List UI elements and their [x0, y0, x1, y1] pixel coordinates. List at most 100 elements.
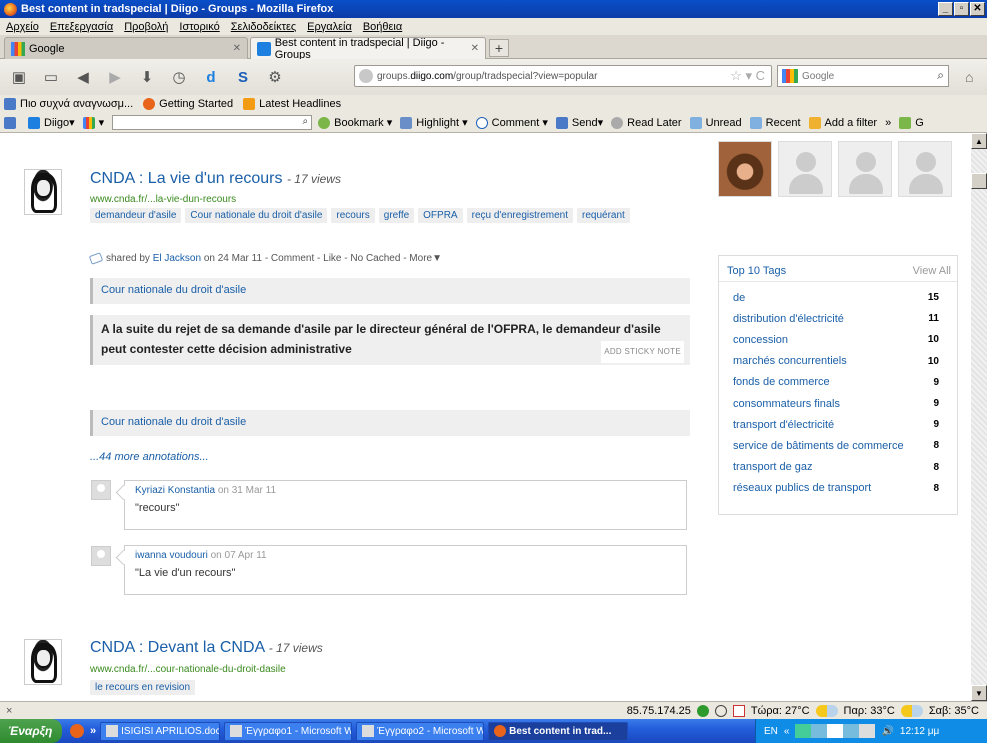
- top-tag-row[interactable]: consommateurs finals 9: [719, 393, 957, 414]
- star-icon[interactable]: ☆ ▾ C: [730, 68, 765, 84]
- tag[interactable]: demandeur d'asile: [90, 208, 182, 223]
- task-word-isigisi[interactable]: ISIGISI APRILIOS.doc - ...: [100, 721, 221, 741]
- quicklaunch-chevron[interactable]: »: [90, 725, 96, 737]
- top-tag-row[interactable]: transport de gaz 8: [719, 457, 957, 478]
- volume-icon[interactable]: 🔊: [881, 726, 893, 737]
- highlight-button[interactable]: Highlight ▾: [400, 116, 468, 129]
- close-button[interactable]: ✕: [970, 2, 985, 16]
- task-word-doc2[interactable]: Έγγραφο2 - Microsoft W...: [356, 721, 485, 741]
- home-icon[interactable]: ⌂: [965, 69, 973, 85]
- top-tag-row[interactable]: transport d'électricité 9: [719, 414, 957, 435]
- menu-edit[interactable]: Επεξεργασία: [50, 21, 113, 33]
- member-avatar[interactable]: [778, 141, 832, 197]
- back-arrow-icon[interactable]: ◀: [70, 64, 96, 90]
- tab-diigo[interactable]: Best content in tradspecial | Diigo - Gr…: [250, 37, 486, 61]
- top-tag-row[interactable]: marchés concurrentiels 10: [719, 351, 957, 372]
- new-tab-button[interactable]: +: [489, 39, 509, 57]
- member-avatar[interactable]: [838, 141, 892, 197]
- menu-file[interactable]: Αρχείο: [6, 21, 39, 33]
- tag[interactable]: recours: [331, 208, 375, 223]
- tag[interactable]: reçu d'enregistrement: [466, 208, 574, 223]
- diigo-search-input[interactable]: ⌕: [112, 115, 313, 130]
- tray-icons[interactable]: [795, 724, 876, 738]
- task-firefox[interactable]: Best content in trad...: [488, 721, 629, 741]
- clock-icon[interactable]: [714, 704, 727, 717]
- calendar-icon[interactable]: [732, 704, 745, 717]
- menu-tools[interactable]: Εργαλεία: [307, 21, 352, 33]
- bookmark-actions[interactable]: - Comment - Like - No Cached - More▼: [265, 253, 442, 264]
- top-tag-row[interactable]: distribution d'électricité 11: [719, 308, 957, 329]
- bookmark-getting-started[interactable]: Getting Started: [143, 98, 233, 110]
- print-icon[interactable]: ▣: [6, 64, 32, 90]
- language-indicator[interactable]: EN: [764, 726, 778, 737]
- download-icon[interactable]: ⬇: [134, 64, 160, 90]
- comment-author[interactable]: iwanna voudouri: [135, 550, 208, 561]
- overflow-chevron[interactable]: »: [885, 117, 891, 129]
- bookmark-title[interactable]: CNDA : Devant la CNDA - 17 views: [90, 639, 323, 657]
- send-button[interactable]: Send ▾: [555, 116, 603, 129]
- window-icon[interactable]: ▭: [38, 64, 64, 90]
- s-icon[interactable]: S: [230, 64, 256, 90]
- search-box[interactable]: Google ⌕: [777, 65, 949, 87]
- bookmark-title[interactable]: CNDA : La vie d'un recours - 17 views: [90, 170, 341, 188]
- search-icon[interactable]: ⌕: [303, 116, 309, 127]
- view-all-link[interactable]: View All: [913, 265, 951, 277]
- shared-user-link[interactable]: El Jackson: [153, 253, 201, 264]
- menu-help[interactable]: Βοήθεια: [363, 21, 402, 33]
- bookmark-latest-headlines[interactable]: Latest Headlines: [243, 98, 341, 110]
- maximize-button[interactable]: ▫: [954, 2, 969, 16]
- top-tag-row[interactable]: réseaux publics de transport 8: [719, 478, 957, 499]
- add-filter-button[interactable]: Add a filter: [808, 116, 877, 129]
- menu-history[interactable]: Ιστορικό: [179, 21, 219, 33]
- task-word-doc1[interactable]: Έγγραφο1 - Microsoft W...: [224, 721, 353, 741]
- google-search-engine-icon[interactable]: ▾: [82, 116, 104, 129]
- tab-close-icon[interactable]: ✕: [471, 43, 479, 54]
- commenter-avatar[interactable]: [91, 480, 111, 500]
- minimize-button[interactable]: _: [938, 2, 953, 16]
- bookmark-url[interactable]: www.cnda.fr/...la-vie-dun-recours: [90, 194, 236, 205]
- tag[interactable]: greffe: [378, 208, 415, 223]
- overflow-item[interactable]: G: [899, 116, 924, 129]
- menu-bookmarks[interactable]: Σελιδοδείκτες: [231, 21, 296, 33]
- tab-google[interactable]: Google ✕: [4, 37, 248, 59]
- top-tag-row[interactable]: service de bâtiments de commerce 8: [719, 435, 957, 456]
- tag[interactable]: OFPRA: [418, 208, 463, 223]
- diigo-menu-icon[interactable]: d: [198, 64, 224, 90]
- comment-author[interactable]: Kyriazi Konstantia: [135, 485, 215, 496]
- more-annotations-link[interactable]: ...44 more annotations...: [90, 451, 209, 463]
- scroll-down-arrow-icon[interactable]: ▼: [971, 685, 987, 701]
- top-tag-row[interactable]: concession 10: [719, 329, 957, 350]
- toolbar-icon[interactable]: [4, 116, 20, 129]
- firefox-quicklaunch-icon[interactable]: [70, 724, 84, 738]
- vertical-scrollbar[interactable]: ▲ ▼: [971, 133, 987, 701]
- user-avatar[interactable]: [24, 169, 62, 215]
- add-sticky-note-button[interactable]: ADD STICKY NOTE: [601, 341, 684, 363]
- read-later-button[interactable]: Read Later: [611, 116, 682, 129]
- unread-button[interactable]: Unread: [689, 116, 742, 129]
- search-icon[interactable]: ⌕: [937, 68, 944, 83]
- history-icon[interactable]: ◷: [166, 64, 192, 90]
- scroll-thumb[interactable]: [971, 173, 987, 189]
- forward-arrow-icon[interactable]: ▶: [102, 64, 128, 90]
- diigo-button[interactable]: Diigo ▾: [28, 116, 75, 129]
- close-findbar-icon[interactable]: ×: [6, 705, 12, 717]
- scroll-up-arrow-icon[interactable]: ▲: [971, 133, 987, 149]
- bookmark-most-visited[interactable]: Πιο συχνά αναγνωσμ...: [4, 98, 133, 110]
- member-avatar[interactable]: [898, 141, 952, 197]
- bookmark-url[interactable]: www.cnda.fr/...cour-nationale-du-droit-d…: [90, 664, 286, 675]
- recent-button[interactable]: Recent: [749, 116, 801, 129]
- tag[interactable]: Cour nationale du droit d'asile: [185, 208, 328, 223]
- top-tag-row[interactable]: de 15: [719, 287, 957, 308]
- top-tag-row[interactable]: fonds de commerce 9: [719, 372, 957, 393]
- settings-icon[interactable]: ⚙: [262, 64, 288, 90]
- tag[interactable]: le recours en revision: [90, 680, 196, 695]
- tab-close-icon[interactable]: ✕: [233, 43, 241, 54]
- member-avatar[interactable]: [718, 141, 772, 197]
- address-bar[interactable]: groups. diigo.com/group/tradspecial?view=…: [354, 65, 772, 87]
- start-button[interactable]: Έναρξη: [0, 719, 62, 743]
- tag[interactable]: requérant: [577, 208, 630, 223]
- menu-view[interactable]: Προβολή: [124, 21, 168, 33]
- bookmark-button[interactable]: Bookmark ▾: [318, 116, 392, 129]
- user-avatar[interactable]: [24, 639, 62, 685]
- comment-button[interactable]: Comment ▾: [475, 116, 548, 129]
